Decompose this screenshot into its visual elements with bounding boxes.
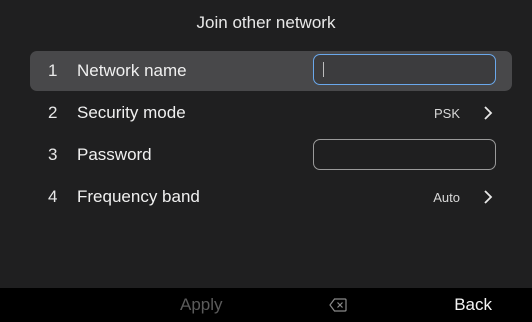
password-row[interactable]: 3 Password [30, 135, 512, 175]
password-input[interactable] [313, 139, 496, 170]
text-caret [323, 62, 324, 77]
network-name-label: Network name [77, 61, 187, 80]
apply-button[interactable]: Apply [180, 288, 223, 322]
row-number: 2 [48, 103, 58, 122]
row-number: 1 [48, 61, 58, 80]
row-number: 4 [48, 187, 58, 206]
row-number: 3 [48, 145, 58, 164]
security-mode-row[interactable]: 2 Security mode PSK [30, 93, 512, 133]
join-network-screen: Join other network 1 Network name 2 Secu… [0, 0, 532, 322]
frequency-band-value: Auto [433, 189, 460, 205]
chevron-right-icon [484, 106, 493, 120]
chevron-right-icon [484, 190, 493, 204]
frequency-band-label: Frequency band [77, 187, 200, 206]
security-mode-label: Security mode [77, 103, 186, 122]
security-mode-value: PSK [433, 105, 460, 121]
frequency-band-row[interactable]: 4 Frequency band Auto [30, 177, 512, 217]
page-title: Join other network [196, 13, 336, 32]
network-name-input[interactable] [313, 54, 496, 85]
bottom-bar: Apply Back [0, 288, 532, 322]
network-name-row[interactable]: 1 Network name [30, 51, 512, 91]
back-button[interactable]: Back [454, 288, 492, 322]
backspace-icon[interactable] [329, 298, 347, 312]
password-label: Password [77, 145, 152, 164]
